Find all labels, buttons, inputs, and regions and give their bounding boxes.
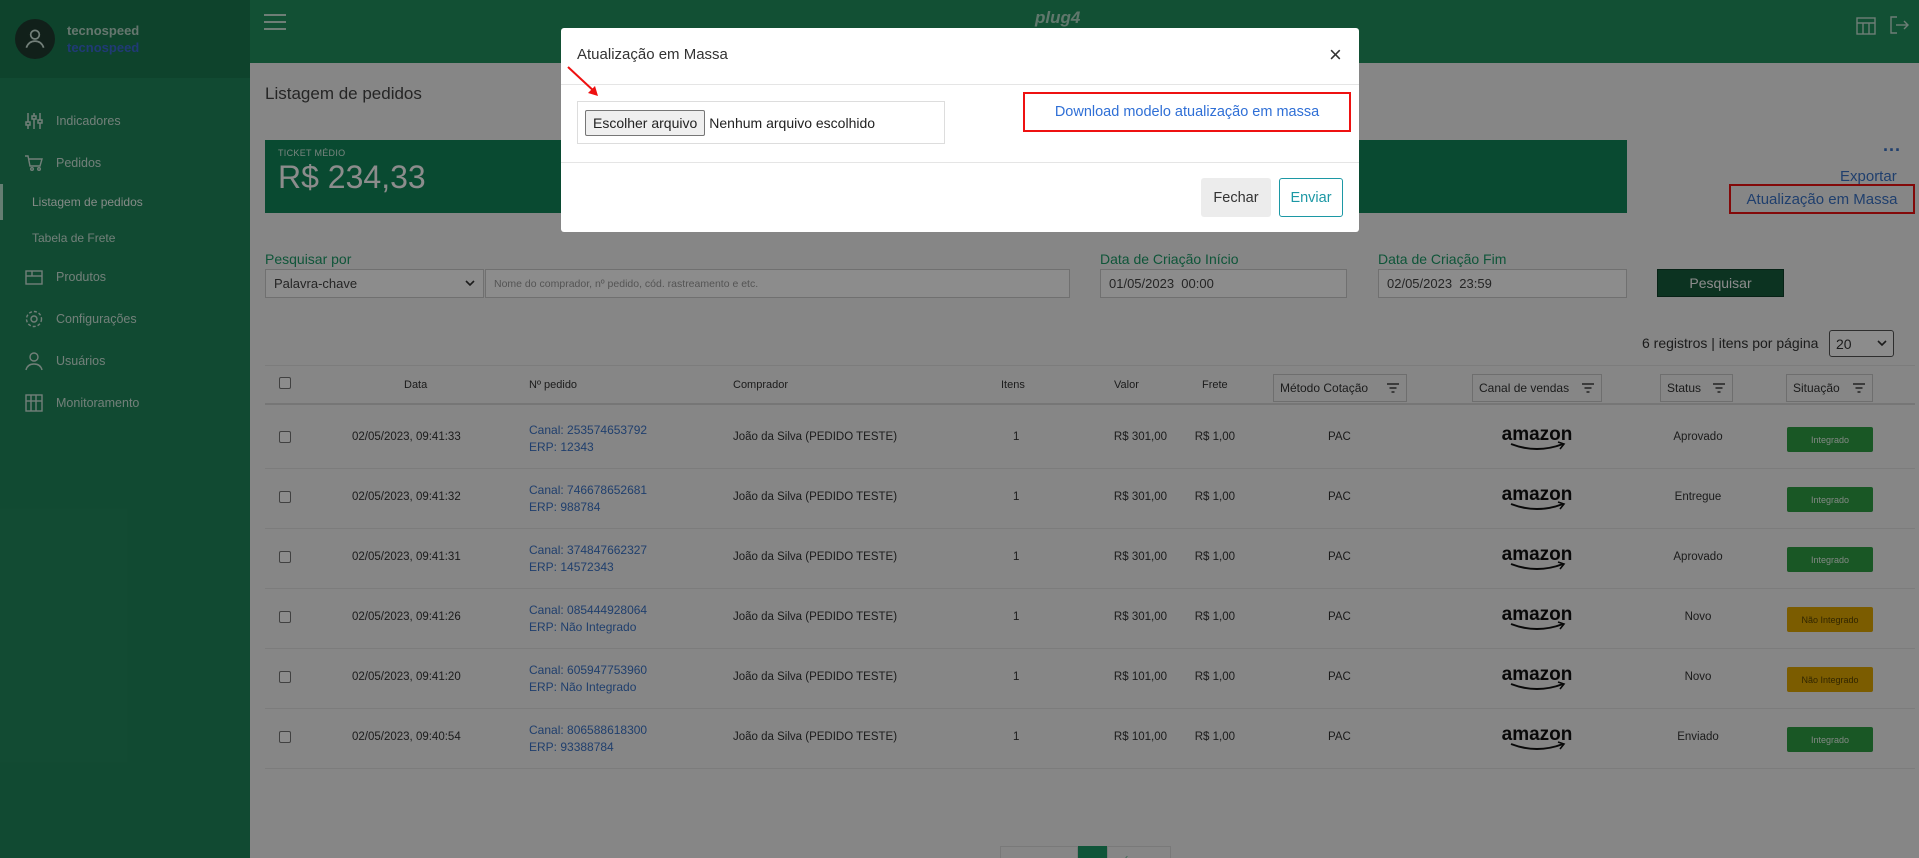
file-input[interactable]: Escolher arquivo Nenhum arquivo escolhid… bbox=[577, 101, 945, 144]
modal-divider bbox=[561, 84, 1359, 85]
close-button[interactable]: Fechar bbox=[1201, 178, 1271, 217]
red-arrow-icon bbox=[567, 66, 598, 96]
modal-divider bbox=[561, 162, 1359, 163]
choose-file-button[interactable]: Escolher arquivo bbox=[585, 109, 706, 136]
download-template-link[interactable]: Download modelo atualização em massa bbox=[1023, 92, 1351, 132]
mass-update-modal: Atualização em Massa × Escolher arquivo … bbox=[561, 28, 1359, 232]
modal-title: Atualização em Massa bbox=[577, 46, 728, 63]
close-icon[interactable]: × bbox=[1329, 42, 1342, 68]
file-status: Nenhum arquivo escolhido bbox=[709, 114, 876, 131]
send-button[interactable]: Enviar bbox=[1279, 178, 1343, 217]
